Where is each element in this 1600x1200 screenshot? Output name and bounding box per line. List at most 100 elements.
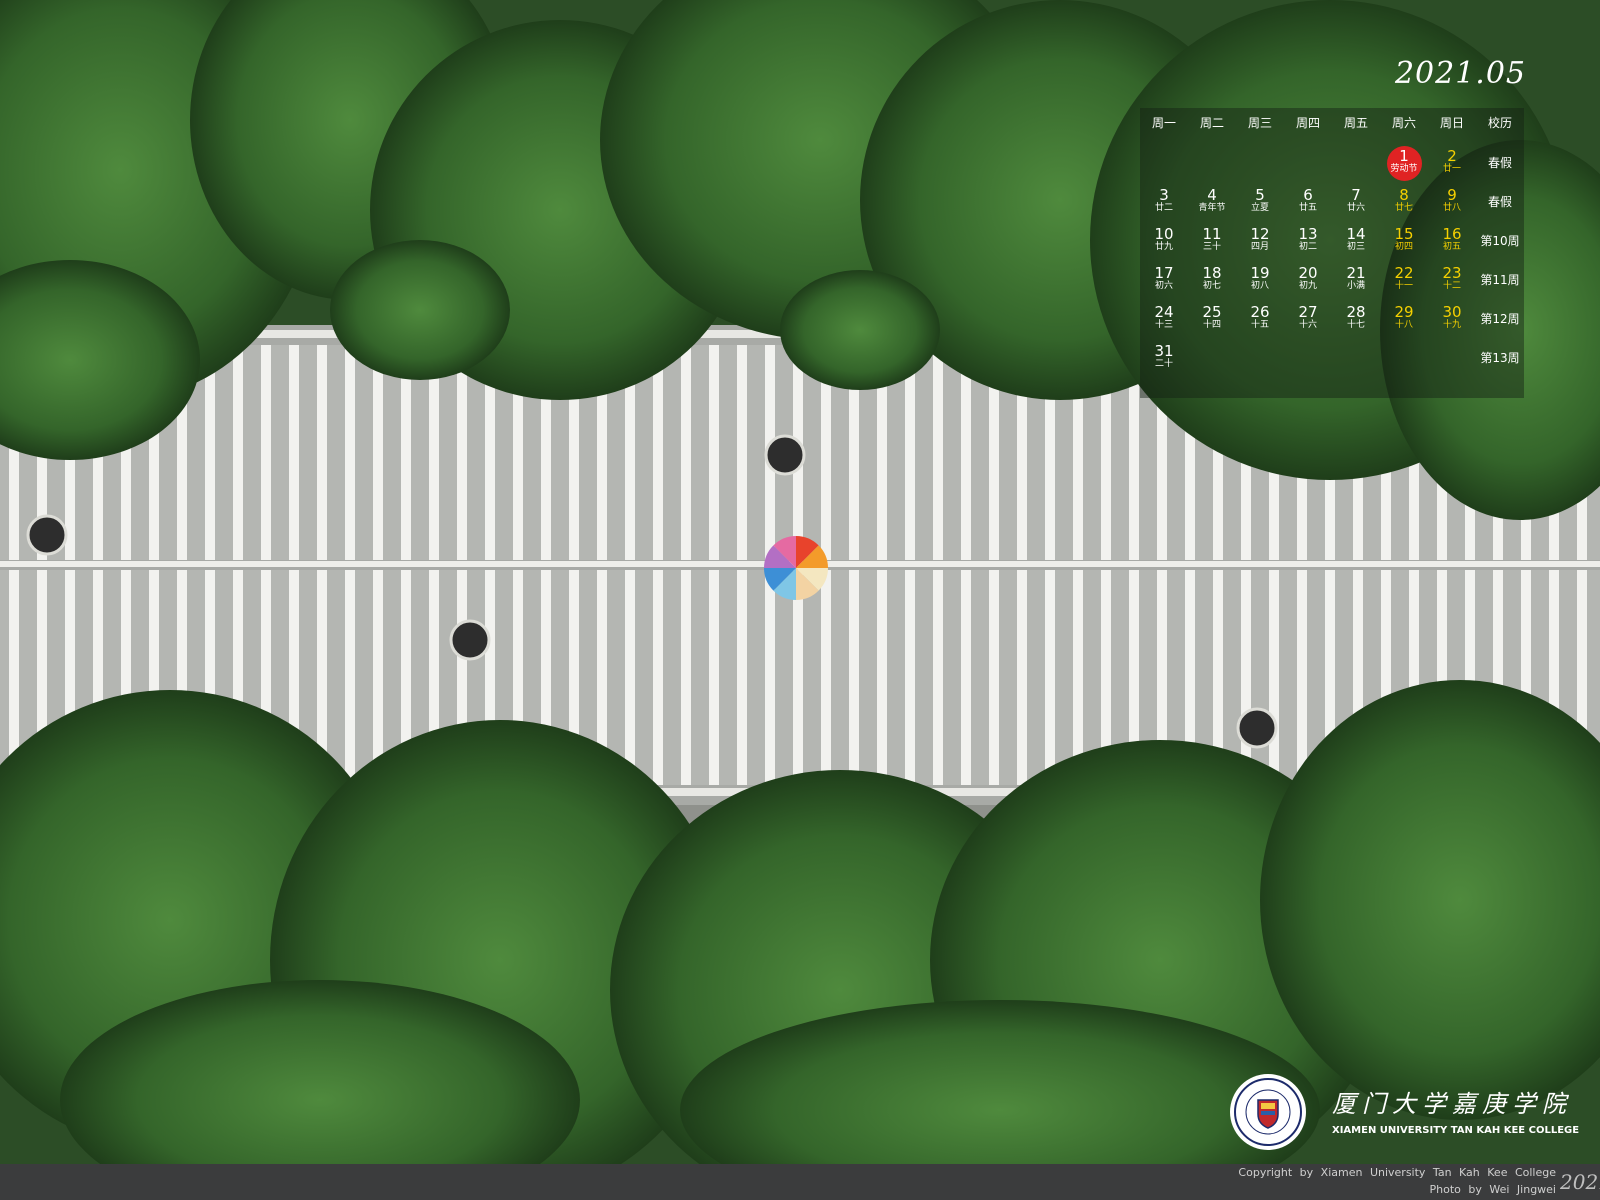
day-number: 20 — [1298, 264, 1318, 282]
lunar-date: 廿一 — [1442, 164, 1461, 174]
calendar-week-row: 3 廿二 4 青年节 5 立夏 6 廿五 7 廿六 8 廿七 9 廿八 春假 — [1140, 183, 1524, 222]
calendar-empty-cell — [1332, 144, 1380, 183]
day-number: 17 — [1154, 264, 1174, 282]
lunar-date: 十二 — [1442, 281, 1461, 291]
calendar-day-cell: 12 四月 — [1236, 222, 1284, 261]
lunar-date: 初七 — [1202, 281, 1221, 291]
day-number: 1 — [1399, 147, 1409, 165]
day-number: 7 — [1351, 186, 1361, 204]
calendar-day-cell: 28 十七 — [1332, 300, 1380, 339]
lunar-date: 二十 — [1154, 359, 1173, 369]
rainbow-umbrella — [764, 536, 828, 600]
calendar-day-cell: 25 十四 — [1188, 300, 1236, 339]
calendar-day-cell: 8 廿七 — [1380, 183, 1428, 222]
school-term-label: 第10周 — [1480, 234, 1520, 248]
calendar-day-cell: 22 十一 — [1380, 261, 1428, 300]
calendar-day-cell: 4 青年节 — [1188, 183, 1236, 222]
calendar-day-cell: 17 初六 — [1140, 261, 1188, 300]
day-number: 3 — [1159, 186, 1169, 204]
calendar-day-cell: 20 初九 — [1284, 261, 1332, 300]
footer-year: 2021 — [1560, 1170, 1600, 1194]
calendar-week-row: 17 初六 18 初七 19 初八 20 初九 21 小满 22 十一 23 十二 第11周 — [1140, 261, 1524, 300]
day-number: 9 — [1447, 186, 1457, 204]
day-number: 26 — [1250, 303, 1270, 321]
calendar-week-row: 1 劳动节 2 廿一 春假 — [1140, 144, 1524, 183]
lunar-date: 十四 — [1202, 320, 1221, 330]
calendar-week-row: 10 廿九 11 三十 12 四月 13 初二 14 初三 15 初四 16 初五 第10周 — [1140, 222, 1524, 261]
manhole — [26, 514, 68, 556]
calendar-empty-cell — [1380, 339, 1428, 378]
calendar-day-cell: 18 初七 — [1188, 261, 1236, 300]
lunar-date: 十三 — [1154, 320, 1173, 330]
school-term-label: 春假 — [1487, 195, 1512, 209]
calendar-header-5: 周六 — [1391, 116, 1416, 130]
day-number: 12 — [1250, 225, 1270, 243]
lunar-date: 十八 — [1394, 320, 1413, 330]
day-number: 21 — [1346, 264, 1366, 282]
calendar-day-cell: 27 十六 — [1284, 300, 1332, 339]
day-number: 8 — [1399, 186, 1409, 204]
lunar-date: 十九 — [1442, 320, 1461, 330]
lunar-date: 初五 — [1442, 242, 1461, 252]
lunar-date: 立夏 — [1250, 203, 1269, 213]
lunar-date: 初三 — [1346, 242, 1365, 252]
day-number: 14 — [1346, 225, 1366, 243]
calendar-day-cell: 26 十五 — [1236, 300, 1284, 339]
calendar-header-7: 校历 — [1487, 116, 1512, 130]
calendar-day-cell: 30 十九 — [1428, 300, 1476, 339]
day-number: 19 — [1250, 264, 1270, 282]
calendar-day-cell: 7 廿六 — [1332, 183, 1380, 222]
day-number: 16 — [1442, 225, 1462, 243]
calendar-empty-cell — [1236, 144, 1284, 183]
calendar-empty-cell — [1284, 144, 1332, 183]
calendar-day-cell: 6 廿五 — [1284, 183, 1332, 222]
calendar-day-cell: 31 二十 — [1140, 339, 1188, 378]
lunar-date: 十七 — [1346, 320, 1365, 330]
calendar-empty-cell — [1428, 339, 1476, 378]
lunar-date: 廿九 — [1154, 242, 1173, 252]
calendar-empty-cell — [1188, 144, 1236, 183]
day-number: 25 — [1202, 303, 1222, 321]
calendar-day-cell: 24 十三 — [1140, 300, 1188, 339]
lunar-date: 廿七 — [1394, 203, 1413, 213]
manhole — [1236, 707, 1278, 749]
day-number: 22 — [1394, 264, 1414, 282]
lunar-date: 廿八 — [1442, 203, 1461, 213]
calendar-week-row: 24 十三 25 十四 26 十五 27 十六 28 十七 29 十八 30 十九 第12周 — [1140, 300, 1524, 339]
school-term-label: 第13周 — [1480, 351, 1520, 365]
calendar-empty-cell — [1284, 339, 1332, 378]
calendar-header-row: 周一 周二 周三 周四 周五 周六 周日 校历 — [1140, 108, 1524, 138]
calendar-header-4: 周五 — [1343, 116, 1368, 130]
lunar-date: 十五 — [1250, 320, 1269, 330]
calendar-day-cell: 21 小满 — [1332, 261, 1380, 300]
calendar-empty-cell — [1236, 339, 1284, 378]
college-seal-logo — [1230, 1074, 1306, 1150]
calendar-day-cell: 13 初二 — [1284, 222, 1332, 261]
lunar-date: 三十 — [1202, 242, 1221, 252]
calendar-header-2: 周三 — [1247, 116, 1272, 130]
day-number: 31 — [1154, 342, 1174, 360]
day-number: 23 — [1442, 264, 1462, 282]
calendar-day-cell: 14 初三 — [1332, 222, 1380, 261]
day-number: 28 — [1346, 303, 1366, 321]
calendar-header-3: 周四 — [1295, 116, 1320, 130]
calendar-day-cell: 5 立夏 — [1236, 183, 1284, 222]
lunar-date: 廿六 — [1346, 203, 1365, 213]
calendar-empty-cell — [1332, 339, 1380, 378]
day-number: 24 — [1154, 303, 1174, 321]
day-number: 30 — [1442, 303, 1462, 321]
photo-credit-text: Photo by Wei Jingwei — [1429, 1183, 1557, 1196]
day-number: 5 — [1255, 186, 1265, 204]
calendar-day-cell: 16 初五 — [1428, 222, 1476, 261]
calendar-header-1: 周二 — [1199, 116, 1224, 130]
manhole — [764, 434, 806, 476]
calendar-day-cell: 10 廿九 — [1140, 222, 1188, 261]
lunar-date: 廿五 — [1298, 203, 1317, 213]
calendar-day-cell: 29 十八 — [1380, 300, 1428, 339]
school-term-label: 春假 — [1487, 156, 1512, 170]
day-number: 11 — [1202, 225, 1222, 243]
calendar-day-cell: 2 廿一 — [1428, 144, 1476, 183]
lunar-date: 青年节 — [1198, 203, 1226, 213]
calendar-header-6: 周日 — [1439, 116, 1464, 130]
day-number: 29 — [1394, 303, 1414, 321]
